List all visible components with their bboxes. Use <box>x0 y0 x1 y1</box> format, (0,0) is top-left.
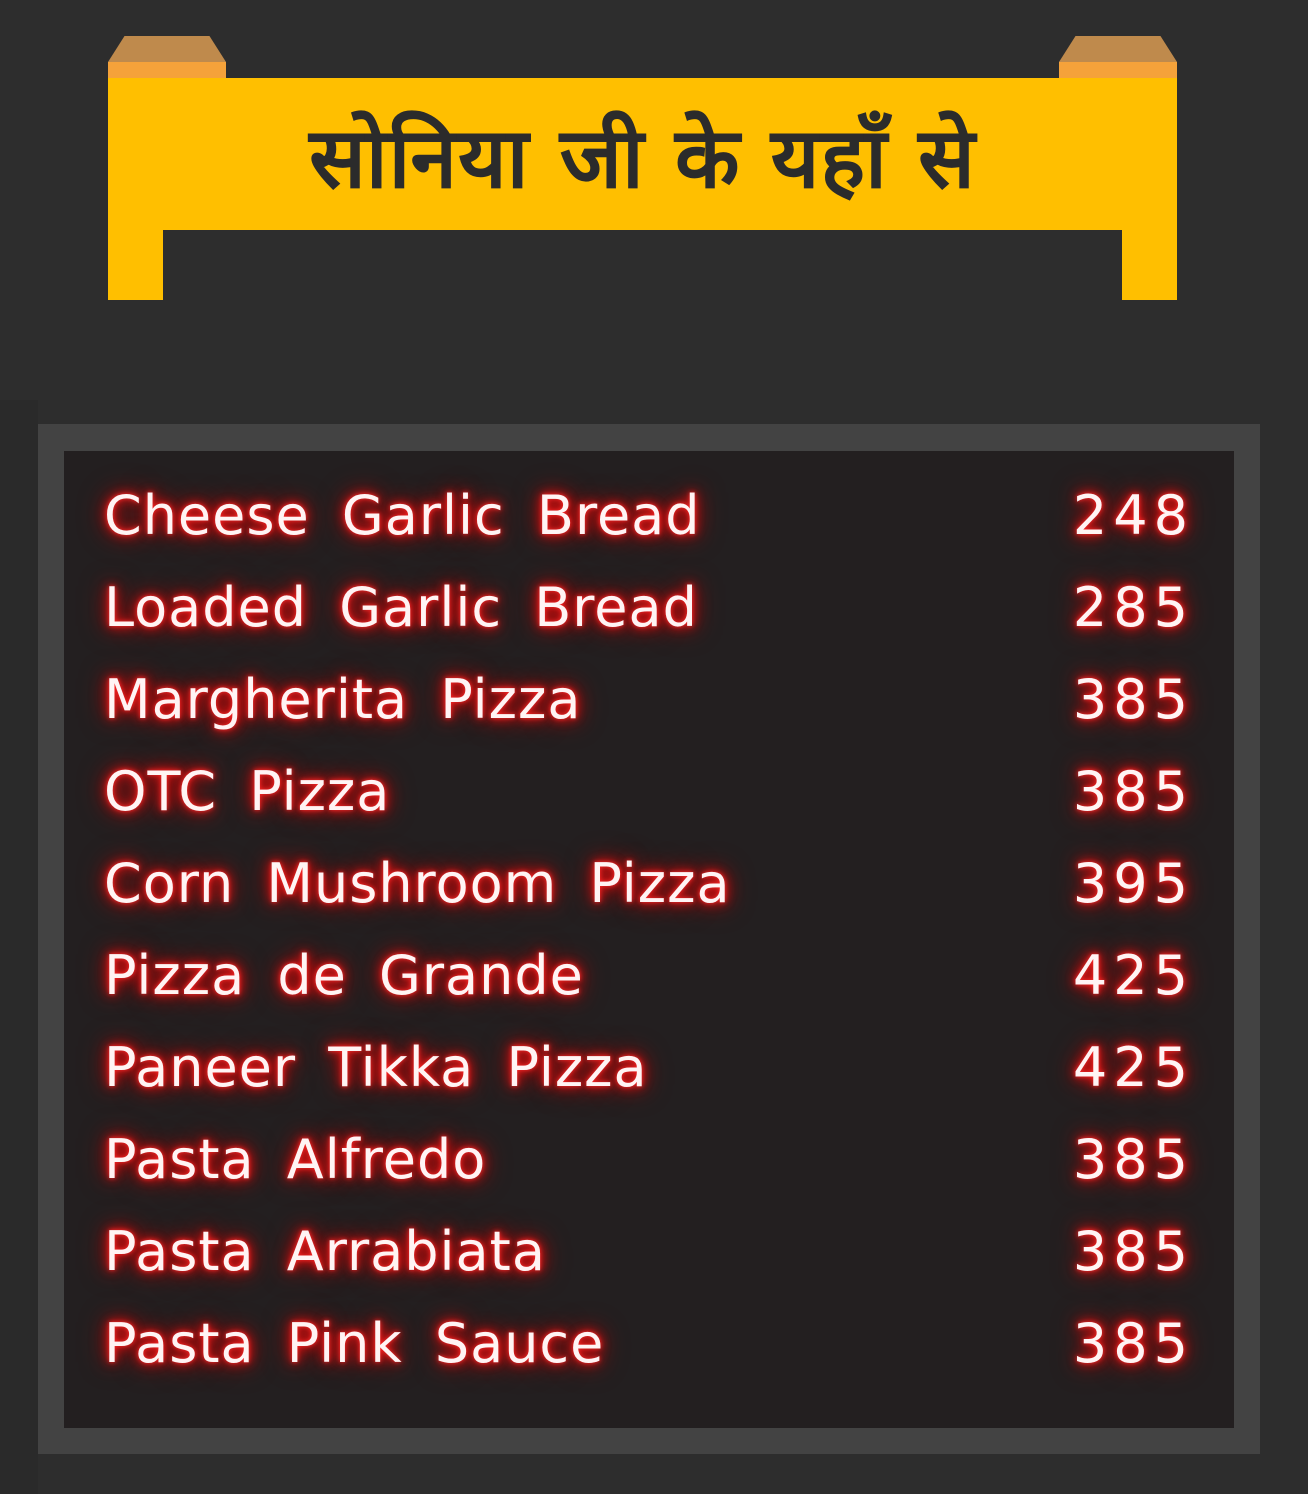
menu-item-name: Loaded Garlic Bread <box>104 576 698 639</box>
menu-item: Corn Mushroom Pizza 395 <box>104 838 1194 930</box>
sign-cap-band <box>1059 62 1177 78</box>
menu-item-name: Margherita Pizza <box>104 668 582 731</box>
menu-item: Loaded Garlic Bread 285 <box>104 562 1194 654</box>
menu-item: Pizza de Grande 425 <box>104 930 1194 1022</box>
sign-cap-wood <box>108 36 226 62</box>
menu-item-name: Pizza de Grande <box>104 944 584 1007</box>
sign-cap-left <box>108 36 226 78</box>
menu-item-name: Corn Mushroom Pizza <box>104 852 731 915</box>
menu-item-name: Pasta Alfredo <box>104 1128 487 1191</box>
menu-item-price: 385 <box>1072 1312 1194 1375</box>
sign-cap-wood <box>1059 36 1177 62</box>
menu-item-price: 248 <box>1072 484 1194 547</box>
sign-cap-right <box>1059 36 1177 78</box>
menu-item: Paneer Tikka Pizza 425 <box>104 1022 1194 1114</box>
menu-item-price: 285 <box>1072 576 1194 639</box>
sign-leg-left <box>108 230 163 300</box>
menu-item: OTC Pizza 385 <box>104 746 1194 838</box>
menu-item-price: 385 <box>1072 1220 1194 1283</box>
menu-item: Pasta Arrabiata 385 <box>104 1206 1194 1298</box>
menu-item-price: 385 <box>1072 760 1194 823</box>
sign-cap-band <box>108 62 226 78</box>
menu-item: Pasta Pink Sauce 385 <box>104 1298 1194 1390</box>
sign-title: सोनिया जी के यहाँ से <box>309 108 976 207</box>
menu-item-price: 385 <box>1072 1128 1194 1191</box>
background-shade <box>0 400 38 1494</box>
menu-item-price: 395 <box>1072 852 1194 915</box>
menu-item: Margherita Pizza 385 <box>104 654 1194 746</box>
menu-item-name: Pasta Arrabiata <box>104 1220 546 1283</box>
sign-leg-right <box>1122 230 1177 300</box>
menu-item-price: 425 <box>1072 944 1194 1007</box>
menu-item-name: Paneer Tikka Pizza <box>104 1036 648 1099</box>
menu-item-name: OTC Pizza <box>104 760 391 823</box>
menu-item: Cheese Garlic Bread 248 <box>104 470 1194 562</box>
menu-item: Pasta Alfredo 385 <box>104 1114 1194 1206</box>
menu-item-name: Cheese Garlic Bread <box>104 484 701 547</box>
menu-item-price: 385 <box>1072 668 1194 731</box>
menu-item-name: Pasta Pink Sauce <box>104 1312 605 1375</box>
menu-item-price: 425 <box>1072 1036 1194 1099</box>
